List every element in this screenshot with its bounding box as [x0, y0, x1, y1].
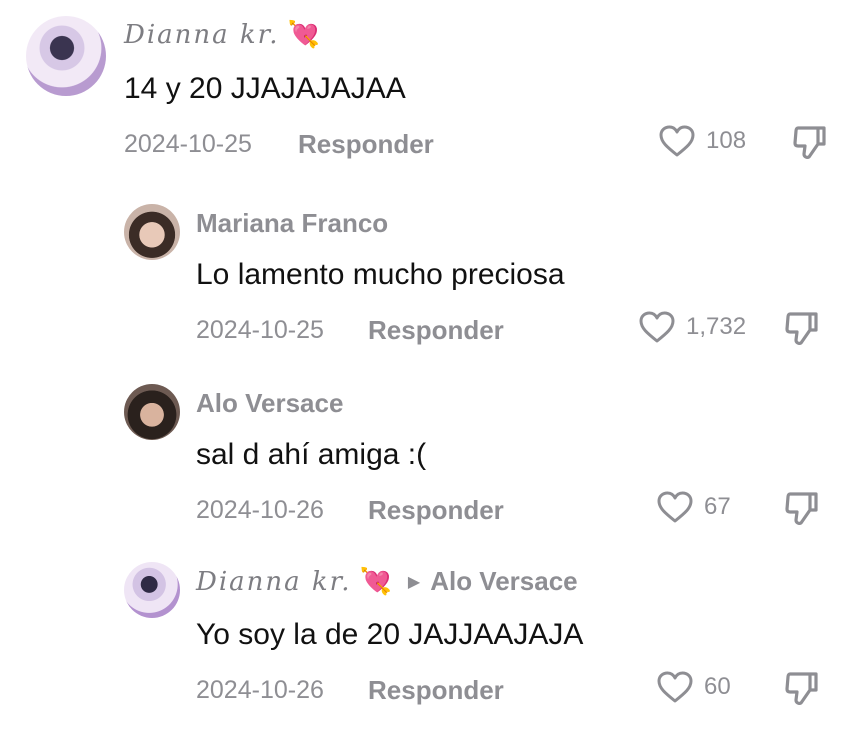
like-button[interactable]: 60 — [656, 670, 731, 704]
comment-date: 2024-10-26 — [196, 676, 324, 704]
avatar[interactable] — [124, 562, 180, 618]
author-name: Dianna kr. — [196, 566, 352, 597]
triangle-right-icon: ▶ — [407, 572, 423, 591]
heart-arrow-emoji: 💘 — [359, 566, 394, 597]
comment-text: Yo soy la de 20 JAJJAAJAJA — [196, 618, 584, 651]
heart-outline-icon — [656, 670, 694, 704]
reply-to-name[interactable]: Alo Versace — [430, 566, 577, 597]
reply-comment: Dianna kr. 💘 ▶ Alo Versace Yo soy la de … — [0, 0, 862, 720]
comment-author[interactable]: Dianna kr. 💘 ▶ Alo Versace — [196, 566, 578, 597]
reply-button[interactable]: Responder — [368, 675, 504, 706]
thumbs-down-icon[interactable] — [784, 670, 820, 708]
like-count: 60 — [704, 673, 731, 700]
